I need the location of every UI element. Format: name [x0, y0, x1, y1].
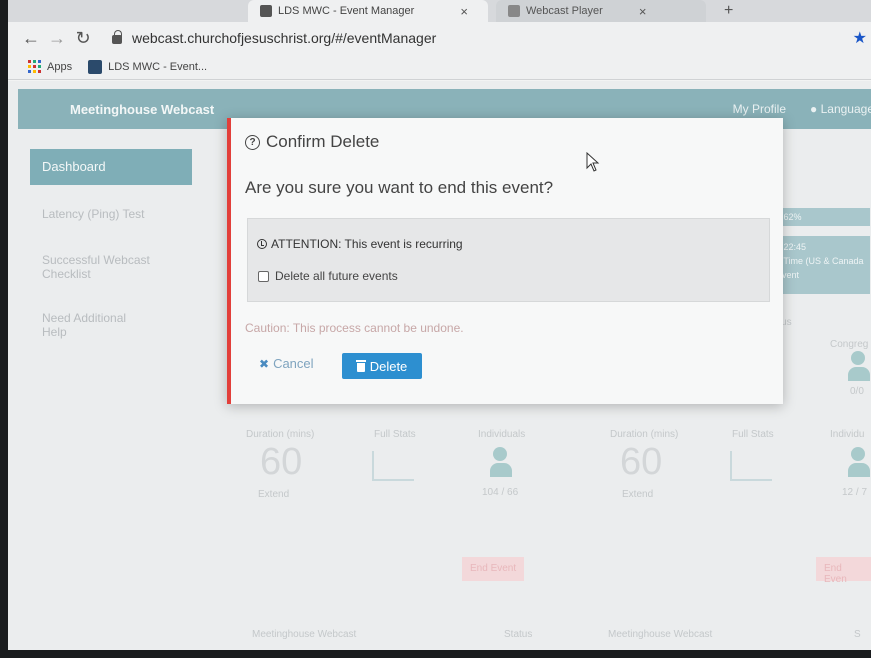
- congregations-label: Congreg: [830, 339, 869, 350]
- bookmark-star-icon[interactable]: ★: [853, 28, 867, 48]
- congregation-icon: [848, 351, 870, 381]
- trash-icon: [355, 359, 366, 372]
- brand-title: Meetinghouse Webcast: [70, 101, 215, 117]
- sidebar-item-dashboard[interactable]: Dashboard: [30, 149, 192, 185]
- recurring-notice: ATTENTION: This event is recurring Delet…: [247, 218, 770, 302]
- sidebar: Dashboard Latency (Ping) Test Successful…: [30, 149, 192, 349]
- duration-value-2: 60: [620, 441, 663, 483]
- sidebar-item-additional-help[interactable]: Need Additional Help: [30, 301, 150, 349]
- bookmark-apps[interactable]: Apps: [28, 60, 72, 73]
- globe-icon: ●: [810, 102, 821, 116]
- footer-event-2: Meetinghouse Webcast: [608, 629, 713, 640]
- event-info-panel: 0:22:45 n Time (US & Canada Event: [770, 236, 870, 294]
- browser-window: LDS MWC - Event Manager × Webcast Player…: [8, 0, 871, 650]
- chart-icon[interactable]: [372, 451, 414, 481]
- address-bar-row: ← → ↻ webcast.churchofjesuschrist.org/#/…: [8, 22, 871, 54]
- x-icon: ✖: [259, 356, 270, 371]
- footer-event-1: Meetinghouse Webcast: [252, 629, 357, 640]
- cancel-label: Cancel: [273, 356, 314, 371]
- confirm-delete-dialog: ? Confirm Delete Are you sure you want t…: [227, 118, 783, 404]
- event-timezone: n Time (US & Canada: [776, 256, 864, 266]
- bookmark-label: LDS MWC - Event...: [108, 60, 208, 73]
- dialog-title: ? Confirm Delete: [245, 132, 379, 152]
- close-tab-icon[interactable]: ×: [639, 4, 647, 19]
- duration-label-2: Duration (mins): [610, 429, 679, 440]
- duration-value: 60: [260, 441, 303, 483]
- extend-link[interactable]: Extend: [258, 489, 289, 500]
- reload-icon[interactable]: ↻: [70, 28, 96, 49]
- new-tab-button[interactable]: +: [724, 2, 733, 20]
- back-arrow-icon[interactable]: ←: [18, 28, 44, 49]
- congregation-count: 0/0: [850, 386, 864, 397]
- individuals-icon-2: [848, 447, 870, 477]
- bookmark-label: Apps: [47, 60, 73, 73]
- delete-future-events-label: Delete all future events: [275, 269, 398, 283]
- lds-favicon-icon: [260, 5, 272, 17]
- language-link[interactable]: ● Language: [810, 102, 871, 116]
- delete-future-events-option[interactable]: Delete all future events: [258, 269, 398, 283]
- delete-label: Delete: [369, 358, 408, 374]
- sidebar-item-latency-test[interactable]: Latency (Ping) Test: [30, 197, 192, 231]
- tab-webcast-player[interactable]: Webcast Player ×: [496, 0, 706, 22]
- individuals-label-2: Individu: [830, 429, 865, 440]
- event-label: Event: [776, 270, 800, 280]
- language-label: Language: [820, 102, 871, 116]
- mouse-cursor-icon: [586, 152, 600, 172]
- tab-strip: LDS MWC - Event Manager × Webcast Player…: [8, 0, 871, 22]
- full-stats-label-2: Full Stats: [732, 429, 774, 440]
- tab-label: LDS MWC - Event Manager: [278, 5, 415, 17]
- cancel-button[interactable]: ✖ Cancel: [259, 356, 314, 371]
- close-tab-icon[interactable]: ×: [460, 4, 468, 19]
- tab-event-manager[interactable]: LDS MWC - Event Manager ×: [248, 0, 488, 22]
- end-event-button-2[interactable]: End Even: [816, 557, 871, 585]
- forward-arrow-icon[interactable]: →: [44, 28, 70, 49]
- caution-text: Caution: This process cannot be undone.: [245, 321, 464, 335]
- chart-icon-2[interactable]: [730, 451, 772, 481]
- my-profile-link[interactable]: My Profile: [733, 102, 786, 116]
- delete-button[interactable]: Delete: [342, 353, 422, 379]
- bookmark-lds-mwc[interactable]: LDS MWC - Event...: [88, 59, 208, 74]
- full-stats-label: Full Stats: [374, 429, 416, 440]
- end-event-button[interactable]: End Event: [462, 557, 525, 581]
- clock-icon: [257, 239, 267, 249]
- apps-grid-icon: [28, 60, 41, 73]
- individuals-icon: [490, 447, 512, 477]
- bookmarks-bar: Apps LDS MWC - Event...: [8, 54, 871, 80]
- progress-bar: e 62%: [770, 208, 870, 226]
- tab-label: Webcast Player: [526, 5, 603, 17]
- individuals-count-2: 12 / 7: [842, 487, 868, 498]
- page-favicon-icon: [508, 5, 520, 17]
- individuals-count: 104 / 66: [482, 487, 519, 498]
- attention-text: ATTENTION: This event is recurring: [271, 237, 463, 251]
- extend-link-2[interactable]: Extend: [622, 489, 653, 500]
- event-time: 0:22:45: [776, 242, 807, 252]
- lds-favicon-icon: [88, 59, 103, 74]
- dialog-question: Are you sure you want to end this event?: [245, 178, 554, 197]
- sidebar-item-webcast-checklist[interactable]: Successful Webcast Checklist: [30, 243, 170, 291]
- url-text: webcast.churchofjesuschrist.org/#/eventM…: [132, 30, 437, 46]
- question-icon: ?: [245, 134, 260, 150]
- attention-line: ATTENTION: This event is recurring: [257, 237, 463, 251]
- individuals-label: Individuals: [478, 429, 526, 440]
- dialog-title-text: Confirm Delete: [266, 132, 380, 151]
- footer-status: Status: [504, 629, 533, 640]
- url-input[interactable]: webcast.churchofjesuschrist.org/#/eventM…: [104, 26, 853, 50]
- footer-status-2: S: [854, 629, 861, 640]
- lock-icon: [112, 29, 122, 44]
- delete-future-events-checkbox[interactable]: [258, 270, 269, 282]
- duration-label: Duration (mins): [246, 429, 315, 440]
